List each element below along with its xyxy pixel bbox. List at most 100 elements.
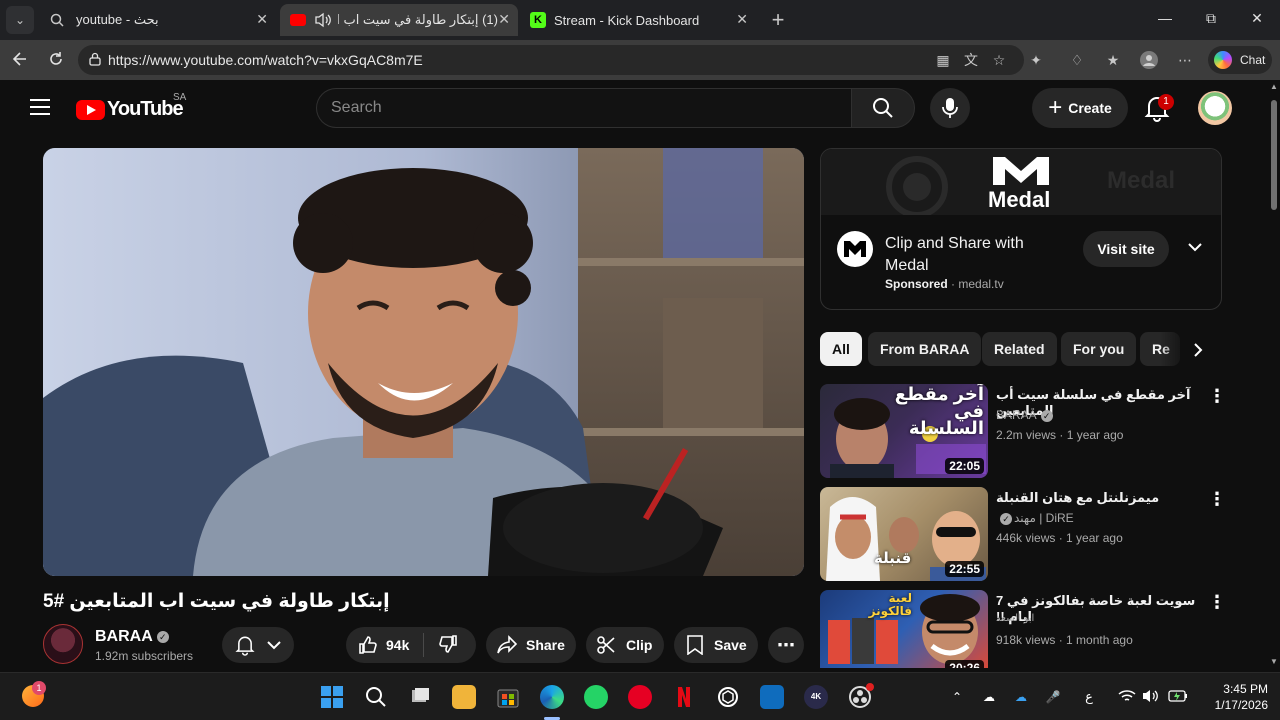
recommendation-thumbnail[interactable]: لعبة فالكونز 20:26 — [820, 590, 988, 668]
search-input[interactable]: Search — [316, 88, 852, 128]
channel-avatar[interactable] — [43, 624, 83, 664]
share-button[interactable]: Share — [486, 627, 576, 663]
task-view-icon[interactable] — [408, 685, 432, 709]
create-button[interactable]: + Create — [1032, 88, 1128, 128]
edge-browser-icon[interactable] — [540, 685, 564, 709]
channel-name-text: ابو السعد — [996, 613, 1035, 624]
back-button[interactable] — [10, 50, 30, 70]
file-explorer-icon[interactable] — [452, 685, 476, 709]
url-field[interactable]: https://www.youtube.com/watch?v=vkxGqAC8… — [78, 45, 1024, 75]
tab-actions-menu-button[interactable]: ⌄ — [6, 6, 34, 34]
new-tab-button[interactable]: + — [766, 8, 790, 32]
system-clock[interactable]: 3:45 PM 1/17/2026 — [1196, 681, 1268, 713]
more-vertical-icon[interactable]: ⋮ — [1208, 592, 1226, 612]
like-dislike-group: 94k — [346, 627, 476, 663]
more-actions-button[interactable]: ⋯ — [768, 627, 804, 663]
outlook-icon[interactable] — [760, 685, 784, 709]
restore-button[interactable]: ⧉ — [1201, 10, 1221, 27]
recommendation-title[interactable]: ميمزنلنتل مع هتان القنبلة — [996, 490, 1196, 506]
youtube-logo[interactable]: YouTube SA — [76, 92, 186, 121]
chatgpt-icon[interactable] — [716, 685, 740, 709]
extensions-icon[interactable]: ✦ — [1027, 51, 1045, 69]
volume-icon[interactable] — [1142, 689, 1160, 705]
profile-icon[interactable] — [1140, 51, 1158, 69]
channel-name[interactable]: BARAA ✓ — [95, 628, 169, 646]
kick-favicon-icon: K — [530, 12, 546, 28]
scroll-down-icon[interactable]: ▼ — [1270, 657, 1278, 666]
scroll-up-icon[interactable]: ▲ — [1270, 82, 1278, 91]
voice-search-button[interactable] — [930, 88, 970, 128]
site-info-icon[interactable] — [88, 52, 102, 66]
recommendation-channel[interactable]: BARAA ✓ — [996, 408, 1053, 422]
hamburger-menu-icon[interactable] — [30, 99, 50, 115]
chevron-down-icon[interactable] — [1187, 239, 1203, 255]
4k-video-downloader-icon[interactable]: 4K — [804, 685, 828, 709]
close-tab-icon[interactable]: ✕ — [498, 11, 510, 28]
clock-time: 3:45 PM — [1223, 682, 1268, 696]
close-window-button[interactable]: ✕ — [1247, 10, 1267, 27]
subscription-bell-button[interactable] — [222, 627, 294, 663]
chip-for-you[interactable]: For you — [1061, 332, 1137, 366]
channel-name-text: BARAA — [95, 628, 153, 645]
recommendation-thumbnail[interactable]: آخر مقطع في السلسلة 22:05 — [820, 384, 988, 478]
chip-related[interactable]: Related — [982, 332, 1057, 366]
clip-button[interactable]: Clip — [586, 627, 664, 663]
refresh-button[interactable] — [46, 50, 66, 70]
microphone-icon[interactable]: 🎤 — [1044, 689, 1062, 705]
visit-site-button[interactable]: Visit site — [1083, 231, 1169, 267]
app-available-icon[interactable]: ▦ — [934, 51, 952, 69]
verified-check-icon: ✓ — [1040, 409, 1053, 422]
show-hidden-icons-chevron-icon[interactable]: ⌃ — [948, 689, 966, 705]
cloud-icon[interactable]: ☁ — [980, 689, 998, 705]
thumbnail-text: لعبة فالكونز — [868, 591, 912, 618]
save-button[interactable]: Save — [674, 627, 758, 663]
more-vertical-icon[interactable]: ⋮ — [1208, 386, 1226, 406]
recommendation-thumbnail[interactable]: قنبلة 22:55 — [820, 487, 988, 581]
chip-all[interactable]: All — [820, 332, 862, 366]
onedrive-icon[interactable]: ☁ — [1012, 689, 1030, 705]
favorite-star-icon[interactable]: ☆ — [990, 51, 1008, 69]
wifi-icon[interactable] — [1118, 689, 1136, 705]
youtube-favicon-icon — [290, 14, 306, 26]
copilot-chat-button[interactable]: Chat — [1208, 46, 1272, 74]
browser-essentials-icon[interactable]: ♢ — [1068, 51, 1086, 69]
input-language[interactable]: ع — [1080, 689, 1098, 705]
dislike-button[interactable] — [424, 634, 458, 657]
sponsored-ad-card[interactable]: Medal Medal Clip and Share with Medal Sp… — [820, 148, 1222, 310]
search-button[interactable] — [851, 88, 915, 128]
ad-banner[interactable]: Medal Medal — [821, 149, 1221, 215]
minimize-button[interactable]: — — [1155, 10, 1175, 26]
banner-watermark: Medal — [1107, 167, 1176, 194]
whatsapp-icon[interactable] — [584, 685, 608, 709]
tab-youtube-search[interactable]: youtube - بحث ✕ — [40, 4, 276, 36]
microsoft-store-icon[interactable] — [496, 685, 520, 709]
pinterest-icon[interactable] — [628, 685, 652, 709]
account-avatar[interactable] — [1198, 91, 1232, 125]
favorites-icon[interactable]: ★ — [1104, 51, 1122, 69]
start-windows-icon[interactable] — [320, 685, 344, 709]
scrollbar-thumb[interactable] — [1271, 100, 1277, 210]
like-button[interactable]: 94k — [346, 633, 424, 657]
chip-from-baraa[interactable]: From BARAA — [868, 332, 982, 366]
country-code: SA — [173, 92, 187, 103]
chevron-right-icon[interactable] — [1192, 342, 1204, 358]
tab-kick-dashboard[interactable]: K Stream - Kick Dashboard ✕ — [520, 4, 756, 36]
youtube-play-icon — [76, 99, 105, 120]
close-tab-icon[interactable]: ✕ — [256, 11, 268, 28]
more-menu-icon[interactable]: ⋯ — [1176, 51, 1194, 69]
search-icon[interactable] — [364, 685, 388, 709]
verified-check-icon: ✓ — [156, 630, 169, 643]
recommendation-channel[interactable]: ابو السعد — [996, 613, 1034, 624]
ad-title[interactable]: Clip and Share with Medal — [885, 233, 1055, 277]
chat-label: Chat — [1240, 53, 1266, 67]
recommendation-channel[interactable]: ✓ مهند | DiRE — [996, 511, 1074, 525]
more-vertical-icon[interactable]: ⋮ — [1208, 489, 1226, 509]
tab-youtube-video[interactable]: (1) إبتكار طاولة في سيت اب الم ✕ — [280, 4, 518, 36]
close-tab-icon[interactable]: ✕ — [736, 11, 748, 28]
netflix-icon[interactable] — [672, 685, 696, 709]
video-player[interactable] — [43, 148, 804, 576]
speaker-icon[interactable] — [314, 12, 332, 28]
battery-charging-icon[interactable] — [1168, 689, 1187, 705]
translate-icon[interactable]: 文 — [962, 51, 980, 69]
page-scrollbar[interactable]: ▲ ▼ — [1268, 80, 1280, 668]
